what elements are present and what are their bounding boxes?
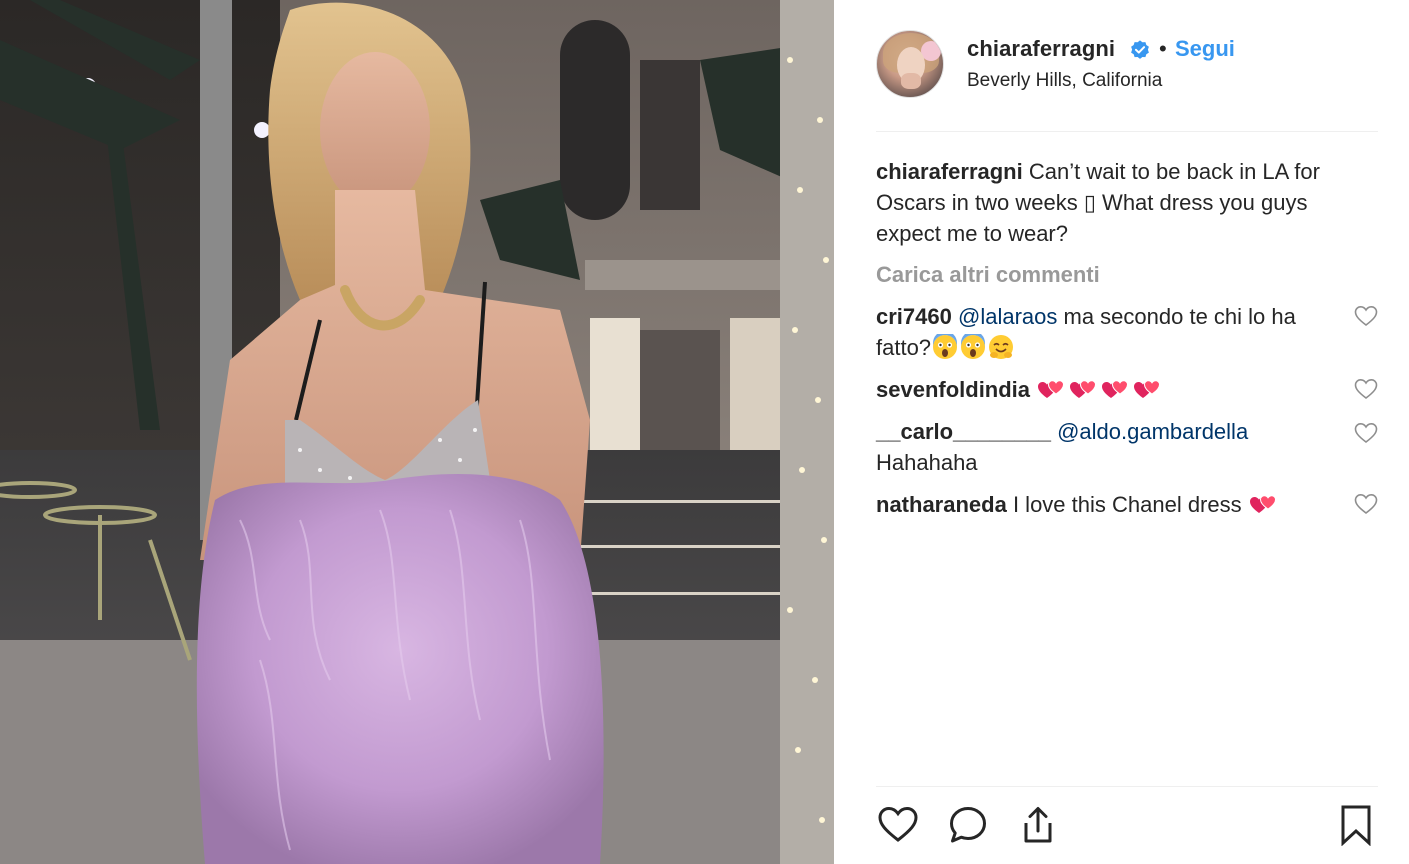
- heart-outline-icon: [878, 806, 918, 842]
- two-hearts-emoji-icon: [1070, 380, 1097, 399]
- comment-text: I love this Chanel dress: [1012, 492, 1242, 517]
- caption-username[interactable]: chiaraferragni: [876, 159, 1023, 184]
- comment-item: natharaneda I love this Chanel dress: [876, 489, 1378, 520]
- hugging-emoji-icon: [989, 335, 1014, 360]
- post-location[interactable]: Beverly Hills, California: [967, 70, 1162, 92]
- two-hearts-emoji-icon: [1249, 495, 1276, 514]
- comment-emoji-run: [1036, 377, 1164, 402]
- post-photo[interactable]: [0, 0, 834, 864]
- comment-like-heart-icon[interactable]: [1354, 493, 1378, 515]
- comment-item: cri7460 @lalaraos ma secondo te chi lo h…: [876, 301, 1378, 363]
- avatar[interactable]: [876, 30, 944, 98]
- like-button[interactable]: [876, 804, 920, 848]
- comment-item: sevenfoldindia: [876, 374, 1378, 405]
- bookmark-icon: [1341, 805, 1371, 847]
- share-button[interactable]: [1016, 804, 1060, 848]
- comment-username[interactable]: natharaneda: [876, 492, 1007, 517]
- two-hearts-emoji-icon: [1134, 380, 1161, 399]
- share-upload-icon: [1024, 807, 1052, 843]
- comment-like-heart-icon[interactable]: [1354, 378, 1378, 400]
- post-header: chiaraferragni • Segui Beverly Hills, Ca…: [876, 28, 1378, 102]
- post-photo-illustration: [0, 0, 834, 864]
- comment-mention[interactable]: @aldo.gambardella: [1057, 419, 1248, 444]
- comment-like-heart-icon[interactable]: [1354, 422, 1378, 444]
- actions-divider: [876, 786, 1378, 787]
- comment-mention[interactable]: @lalaraos: [958, 304, 1057, 329]
- comment-item: __carlo________ @aldo.gambardella Hahaha…: [876, 416, 1378, 478]
- comment-username[interactable]: sevenfoldindia: [876, 377, 1030, 402]
- comments-section: chiaraferragni Can’t wait to be back in …: [876, 156, 1378, 520]
- post-caption: chiaraferragni Can’t wait to be back in …: [876, 156, 1378, 249]
- comment-username[interactable]: __carlo________: [876, 419, 1051, 444]
- header-divider: [876, 131, 1378, 132]
- two-hearts-emoji-icon: [1038, 380, 1065, 399]
- load-more-comments-button[interactable]: Carica altri commenti: [876, 262, 1100, 288]
- verified-badge-icon: [1131, 40, 1149, 59]
- post-actions: [876, 804, 1378, 850]
- speech-bubble-icon: [950, 807, 986, 843]
- avatar-hand: [901, 73, 921, 89]
- comment-like-heart-icon[interactable]: [1354, 305, 1378, 327]
- comment-button[interactable]: [946, 804, 990, 848]
- scream-emoji-icon: [961, 334, 986, 360]
- scream-emoji-icon: [933, 334, 958, 360]
- follow-button[interactable]: Segui: [1175, 36, 1235, 62]
- two-hearts-emoji-icon: [1102, 380, 1129, 399]
- comment-username[interactable]: cri7460: [876, 304, 952, 329]
- header-separator: •: [1159, 36, 1167, 61]
- save-button[interactable]: [1334, 804, 1378, 848]
- post-username[interactable]: chiaraferragni: [967, 36, 1115, 62]
- comment-text: Hahahaha: [876, 450, 978, 475]
